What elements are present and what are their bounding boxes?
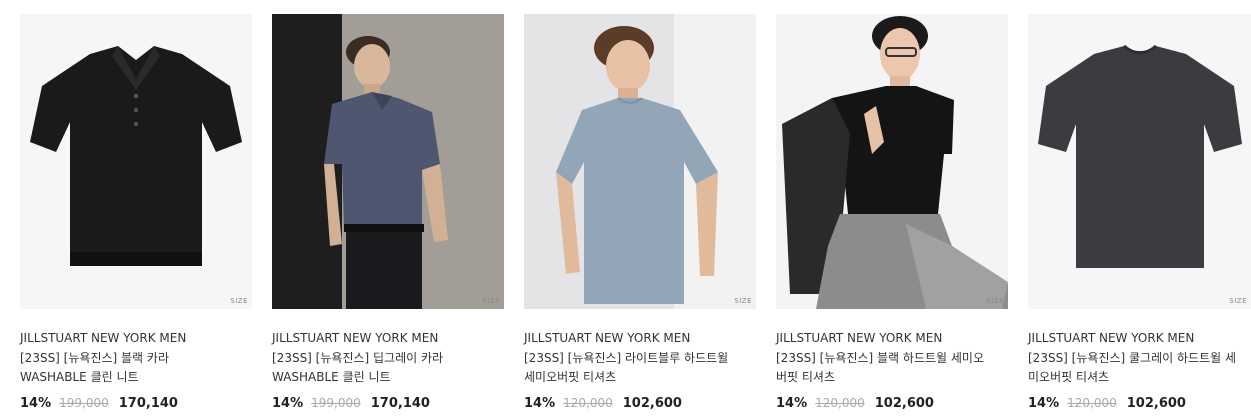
product-card[interactable]: SIZE JILLSTUART NEW YORK MEN [23SS] [뉴욕진… xyxy=(1028,14,1251,411)
product-name[interactable]: [23SS] [뉴욕진스] 딥그레이 카라 WASHABLE 클린 니트 xyxy=(272,349,488,387)
product-brand[interactable]: JILLSTUART NEW YORK MEN xyxy=(1028,330,1251,346)
original-price: 120,000 xyxy=(1067,396,1117,410)
product-name[interactable]: [23SS] [뉴욕진스] 쿨그레이 하드트윌 세미오버핏 티셔츠 xyxy=(1028,349,1244,387)
cool-gray-tshirt-image xyxy=(1028,14,1251,309)
product-brand[interactable]: JILLSTUART NEW YORK MEN xyxy=(524,330,756,346)
product-image[interactable]: SIZE xyxy=(776,14,1008,309)
sale-price: 102,600 xyxy=(622,396,682,411)
product-name[interactable]: [23SS] [뉴욕진스] 블랙 카라 WASHABLE 클린 니트 xyxy=(20,349,236,387)
product-card[interactable]: SIZE JILLSTUART NEW YORK MEN [23SS] [뉴욕진… xyxy=(776,14,1008,411)
price-row: 14% 120,000 102,600 xyxy=(1028,396,1186,411)
black-polo-image xyxy=(20,14,252,309)
sale-price: 102,600 xyxy=(1126,396,1186,411)
product-image[interactable]: SIZE xyxy=(524,14,756,309)
size-tag: SIZE xyxy=(1229,297,1247,305)
product-card[interactable]: SIZE JILLSTUART NEW YORK MEN [23SS] [뉴욕진… xyxy=(20,14,252,411)
model-black-tshirt-image xyxy=(776,14,1008,309)
discount-rate: 14% xyxy=(272,396,304,411)
product-brand[interactable]: JILLSTUART NEW YORK MEN xyxy=(776,330,1008,346)
product-brand[interactable]: JILLSTUART NEW YORK MEN xyxy=(20,330,252,346)
discount-rate: 14% xyxy=(20,396,52,411)
product-grid: SIZE JILLSTUART NEW YORK MEN [23SS] [뉴욕진… xyxy=(0,0,1251,417)
size-tag: SIZE xyxy=(230,297,248,305)
product-card[interactable]: SIZE JILLSTUART NEW YORK MEN [23SS] [뉴욕진… xyxy=(272,14,504,411)
size-tag: SIZE xyxy=(482,297,500,305)
original-price: 120,000 xyxy=(815,396,865,410)
price-row: 14% 199,000 170,140 xyxy=(20,396,178,411)
original-price: 199,000 xyxy=(311,396,361,410)
discount-rate: 14% xyxy=(524,396,556,411)
product-image[interactable]: SIZE xyxy=(20,14,252,309)
size-tag: SIZE xyxy=(986,297,1004,305)
product-name[interactable]: [23SS] [뉴욕진스] 블랙 하드트윌 세미오버핏 티셔츠 xyxy=(776,349,992,387)
size-tag: SIZE xyxy=(734,297,752,305)
sale-price: 170,140 xyxy=(118,396,178,411)
discount-rate: 14% xyxy=(1028,396,1060,411)
price-row: 14% 199,000 170,140 xyxy=(272,396,430,411)
original-price: 120,000 xyxy=(563,396,613,410)
discount-rate: 14% xyxy=(776,396,808,411)
product-brand[interactable]: JILLSTUART NEW YORK MEN xyxy=(272,330,504,346)
sale-price: 170,140 xyxy=(370,396,430,411)
model-gray-polo-image xyxy=(272,14,504,309)
sale-price: 102,600 xyxy=(874,396,934,411)
price-row: 14% 120,000 102,600 xyxy=(524,396,682,411)
product-name[interactable]: [23SS] [뉴욕진스] 라이트블루 하드트윌 세미오버핏 티셔츠 xyxy=(524,349,740,387)
model-light-blue-tshirt-image xyxy=(524,14,756,309)
original-price: 199,000 xyxy=(59,396,109,410)
price-row: 14% 120,000 102,600 xyxy=(776,396,934,411)
product-image[interactable]: SIZE xyxy=(1028,14,1251,309)
product-card[interactable]: SIZE JILLSTUART NEW YORK MEN [23SS] [뉴욕진… xyxy=(524,14,756,411)
product-image[interactable]: SIZE xyxy=(272,14,504,309)
